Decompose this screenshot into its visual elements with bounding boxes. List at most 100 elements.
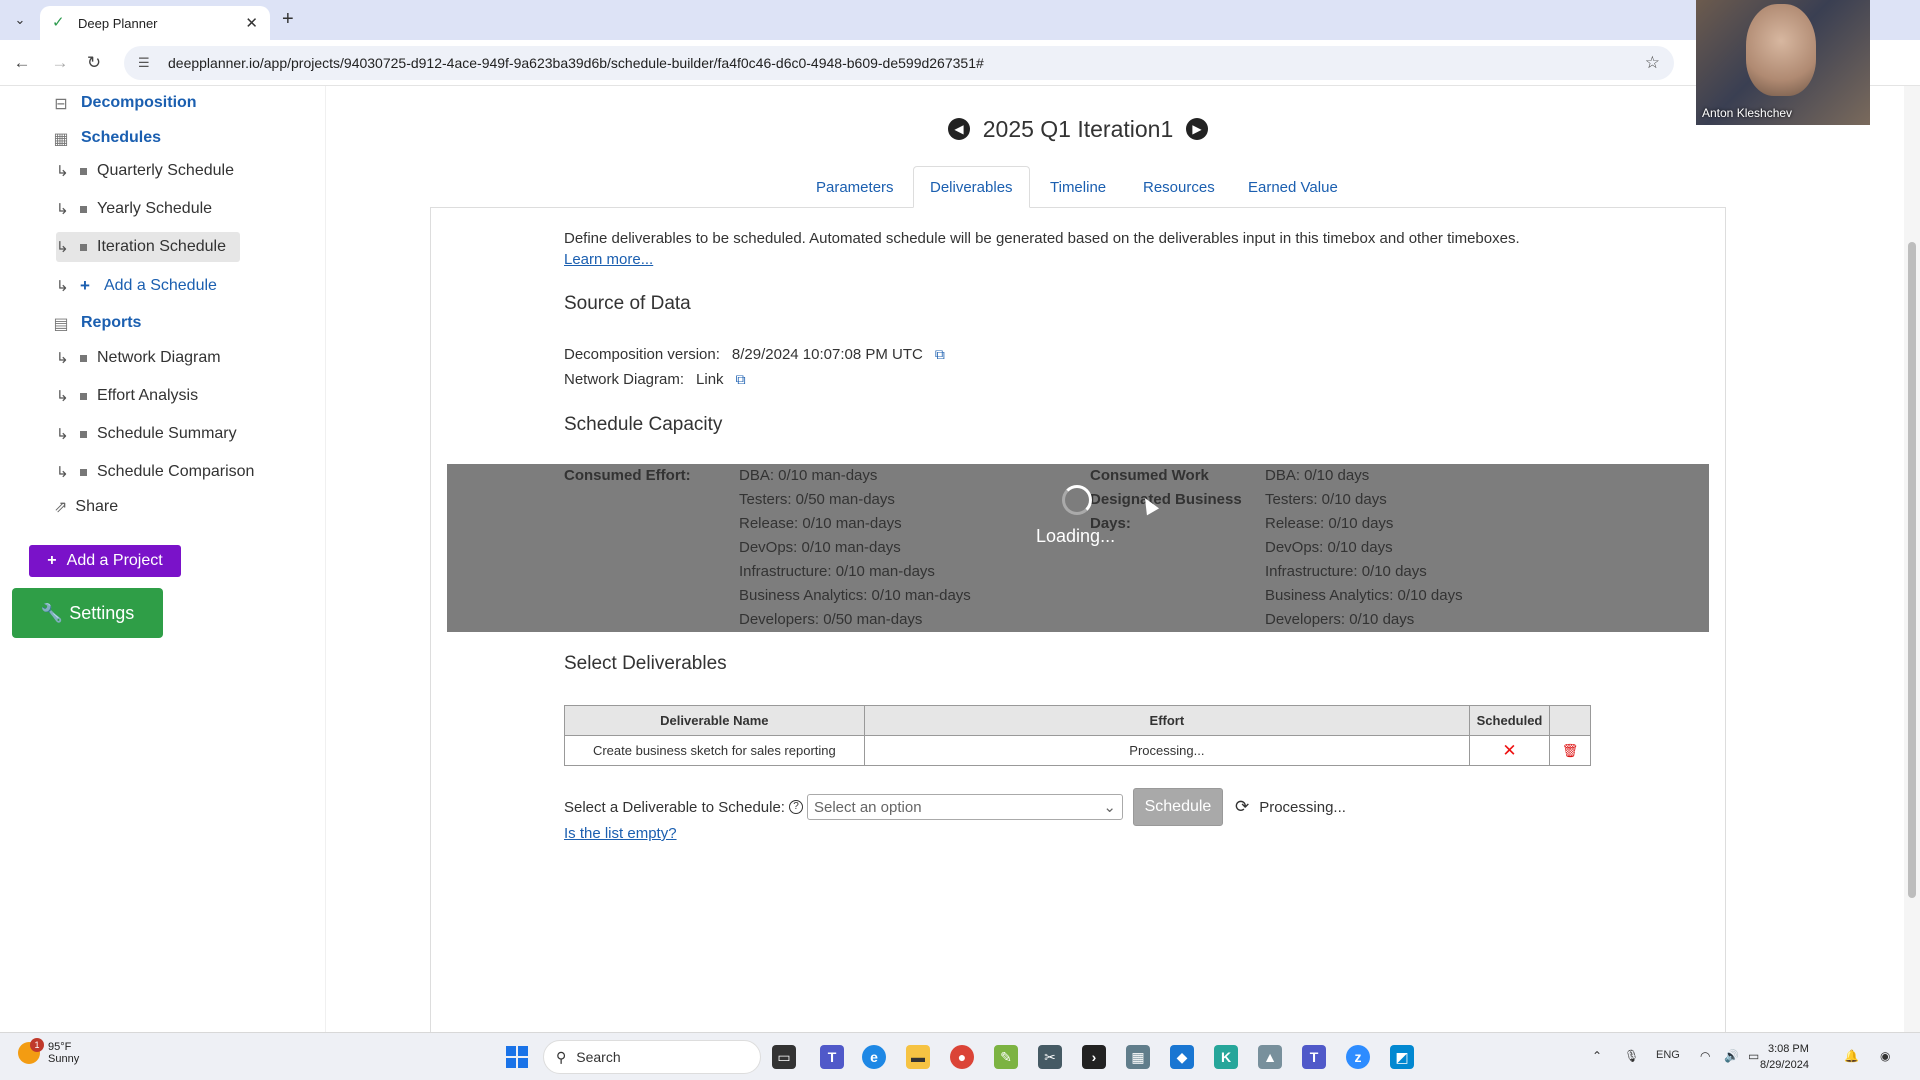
calculator-icon[interactable]: ▦ xyxy=(1126,1045,1150,1069)
consumed-work-item: Infrastructure: 0/10 days xyxy=(1265,563,1427,580)
scrollbar-thumb[interactable] xyxy=(1908,242,1916,898)
battery-icon[interactable]: ▭ xyxy=(1748,1049,1759,1063)
show-hidden-icons[interactable]: ⌃ xyxy=(1592,1049,1602,1063)
decomposition-version-label: Decomposition version: xyxy=(564,346,720,363)
settings-label: Settings xyxy=(69,602,135,623)
sidebar-item-quarterly-schedule[interactable]: ↳ Quarterly Schedule xyxy=(56,156,248,186)
teams-classic-icon[interactable]: T xyxy=(1302,1045,1326,1069)
sidebar-item-effort-analysis[interactable]: ↳ Effort Analysis xyxy=(56,381,212,411)
sidebar-item-iteration-schedule[interactable]: ↳ Iteration Schedule xyxy=(56,232,240,262)
network-diagram-link[interactable]: Link xyxy=(696,371,724,388)
chart-app-icon[interactable]: ▲ xyxy=(1258,1045,1282,1069)
consumed-effort-item: Developers: 0/50 man-days xyxy=(739,611,923,628)
select-deliverable-row: Select a Deliverable to Schedule: ? Sele… xyxy=(564,788,1346,826)
sidebar-item-label: Network Diagram xyxy=(97,349,221,366)
sidebar-item-schedule-comparison[interactable]: ↳ Schedule Comparison xyxy=(56,457,268,487)
column-header: Scheduled xyxy=(1469,705,1550,736)
zoom-icon[interactable]: z xyxy=(1346,1045,1370,1069)
tab-deliverables[interactable]: Deliverables xyxy=(913,166,1030,208)
tab-resources[interactable]: Resources xyxy=(1127,166,1231,208)
address-bar[interactable]: ☰ deepplanner.io/app/projects/94030725-d… xyxy=(124,46,1674,80)
vscode-icon[interactable]: ◆ xyxy=(1170,1045,1194,1069)
app-k-icon[interactable]: K xyxy=(1214,1045,1238,1069)
deliverable-select[interactable]: Select an option ⌄ xyxy=(806,794,1123,820)
reload-icon[interactable]: ↻ xyxy=(82,51,106,75)
page-scrollbar[interactable] xyxy=(1904,86,1920,1032)
wifi-icon[interactable]: ◠ xyxy=(1700,1049,1710,1063)
share-link[interactable]: ⇗ Share xyxy=(54,497,118,517)
consumed-work-item: Testers: 0/10 days xyxy=(1265,491,1387,508)
terminal-icon[interactable]: › xyxy=(1082,1045,1106,1069)
tab-title: Deep Planner xyxy=(78,15,158,31)
microphone-icon[interactable]: 🎙 xyxy=(1624,1049,1639,1063)
sidebar-item-label: Iteration Schedule xyxy=(97,238,226,255)
help-question-icon[interactable]: ? xyxy=(788,800,803,814)
decomposition-version-value: 8/29/2024 10:07:08 PM UTC xyxy=(731,346,923,363)
consumed-effort-item: DevOps: 0/10 man-days xyxy=(739,539,901,556)
bookmark-star-icon[interactable]: ☆ xyxy=(1645,53,1660,73)
edge-icon[interactable]: e xyxy=(862,1045,886,1069)
bullet-icon xyxy=(80,205,87,213)
next-iteration-icon[interactable]: ▶ xyxy=(1186,118,1208,140)
chrome-icon[interactable]: ● xyxy=(950,1045,974,1069)
consumed-work-list: DBA: 0/10 days Testers: 0/10 days Releas… xyxy=(1265,464,1463,632)
tree-branch-icon: ↳ xyxy=(56,278,69,295)
file-explorer-icon[interactable]: ▬ xyxy=(906,1045,930,1069)
weather-temp: 95°F xyxy=(48,1041,72,1053)
delete-trash-icon[interactable]: 🗑 xyxy=(1562,743,1579,758)
iteration-title: 2025 Q1 Iteration1 xyxy=(982,115,1174,142)
copilot-icon[interactable]: ◉ xyxy=(1880,1049,1890,1063)
consumed-work-item: DBA: 0/10 days xyxy=(1265,467,1370,484)
effort-cell: Processing... xyxy=(863,735,1471,766)
browser-tab[interactable]: ✓ Deep Planner ✕ xyxy=(40,6,270,40)
site-info-icon[interactable]: ☰ xyxy=(138,55,154,71)
is-list-empty-link[interactable]: Is the list empty? xyxy=(564,825,677,842)
forward-icon[interactable]: → xyxy=(48,51,72,75)
weather-widget[interactable]: 1 95°F Sunny xyxy=(18,1038,79,1065)
sidebar-item-yearly-schedule[interactable]: ↳ Yearly Schedule xyxy=(56,194,226,224)
windows-start-icon[interactable] xyxy=(506,1046,528,1068)
sidebar-reports[interactable]: ▤ Reports xyxy=(50,314,141,333)
add-project-button[interactable]: + Add a Project xyxy=(29,545,181,577)
refresh-icon: ⟳ xyxy=(1234,797,1250,816)
schedule-button[interactable]: Schedule xyxy=(1132,788,1223,826)
snipping-tool-icon[interactable]: ✂ xyxy=(1038,1045,1062,1069)
webcam-name: Anton Kleshchev xyxy=(1702,106,1793,120)
taskbar-clock[interactable]: 3:08 PM 8/29/2024 xyxy=(1760,1041,1809,1073)
sidebar-item-network-diagram[interactable]: ↳ Network Diagram xyxy=(56,343,235,373)
learn-more-link[interactable]: Learn more... xyxy=(564,251,653,268)
settings-button[interactable]: 🔧 Settings xyxy=(12,588,163,638)
volume-icon[interactable]: 🔊 xyxy=(1724,1049,1739,1063)
sidebar-decomposition[interactable]: ⊟ Decomposition xyxy=(50,94,196,113)
photos-icon[interactable]: ◩ xyxy=(1390,1045,1414,1069)
task-view-icon[interactable]: ▭ xyxy=(772,1045,796,1069)
tab-close-icon[interactable]: ✕ xyxy=(245,14,258,32)
back-icon[interactable]: ← xyxy=(10,51,34,75)
consumed-work-item: DevOps: 0/10 days xyxy=(1265,539,1393,556)
tab-parameters[interactable]: Parameters xyxy=(800,166,910,208)
tab-search-icon[interactable]: ⌄ xyxy=(10,10,30,30)
consumed-effort-item: Business Analytics: 0/10 man-days xyxy=(739,587,971,604)
clock-time: 3:08 PM xyxy=(1767,1043,1809,1055)
bullet-icon xyxy=(80,243,87,251)
tree-branch-icon: ↳ xyxy=(56,201,69,218)
new-tab-icon[interactable]: + xyxy=(282,8,294,31)
notepad-icon[interactable]: ✎ xyxy=(994,1045,1018,1069)
select-deliverable-label: Select a Deliverable to Schedule: xyxy=(564,798,785,816)
taskbar-search[interactable]: ⚲ Search xyxy=(543,1040,761,1074)
sidebar-schedules[interactable]: ▦ Schedules xyxy=(50,129,161,148)
browser-toolbar: ← → ↻ ☰ deepplanner.io/app/projects/9403… xyxy=(0,40,1920,86)
search-icon: ⚲ xyxy=(556,1048,567,1065)
language-indicator[interactable]: ENG xyxy=(1656,1049,1680,1061)
deep-planner-favicon-icon: ✓ xyxy=(52,14,65,31)
tab-earned-value[interactable]: Earned Value xyxy=(1232,166,1354,208)
tab-timeline[interactable]: Timeline xyxy=(1034,166,1122,208)
teams-icon[interactable]: T xyxy=(820,1045,844,1069)
external-link-icon[interactable]: ⧉ xyxy=(736,371,746,388)
sidebar-item-schedule-summary[interactable]: ↳ Schedule Summary xyxy=(56,419,251,449)
notification-bell-icon[interactable]: 🔔 xyxy=(1844,1049,1859,1063)
previous-iteration-icon[interactable]: ◀ xyxy=(948,118,970,140)
iteration-header: ◀ 2025 Q1 Iteration1 ▶ xyxy=(948,113,1208,145)
external-link-icon[interactable]: ⧉ xyxy=(935,346,945,363)
sidebar-item-add-schedule[interactable]: ↳ + Add a Schedule xyxy=(56,271,231,301)
